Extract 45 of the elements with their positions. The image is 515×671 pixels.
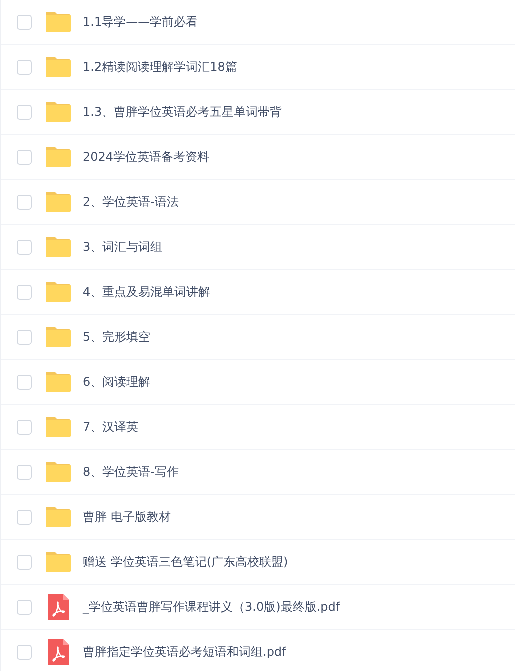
checkbox[interactable] bbox=[17, 284, 32, 300]
folder-icon bbox=[45, 371, 71, 393]
checkbox[interactable] bbox=[17, 420, 32, 434]
checkbox[interactable] bbox=[17, 14, 32, 30]
file-name[interactable]: 6、阅读理解 bbox=[83, 374, 151, 390]
folder-icon bbox=[45, 281, 71, 303]
file-name[interactable]: 曹胖 电子版教材 bbox=[83, 508, 171, 526]
folder-icon bbox=[45, 236, 71, 258]
file-name[interactable]: 7、汉译英 bbox=[83, 418, 139, 436]
file-name[interactable]: 1.1导学——学前必看 bbox=[83, 14, 198, 30]
folder-icon bbox=[45, 461, 71, 483]
checkbox[interactable] bbox=[17, 554, 32, 570]
pdf-icon bbox=[45, 594, 71, 620]
checkbox[interactable] bbox=[17, 510, 32, 524]
file-name[interactable]: 2、学位英语-语法 bbox=[83, 194, 179, 210]
folder-icon bbox=[45, 506, 71, 528]
folder-icon bbox=[45, 191, 71, 213]
file-name[interactable]: 8、学位英语-写作 bbox=[83, 464, 179, 480]
checkbox[interactable] bbox=[17, 194, 32, 210]
folder-icon bbox=[45, 56, 71, 78]
checkbox[interactable] bbox=[17, 150, 32, 164]
file-name[interactable]: 曹胖指定学位英语必考短语和词组.pdf bbox=[83, 644, 286, 660]
file-name[interactable]: 4、重点及易混单词讲解 bbox=[83, 284, 211, 300]
checkbox[interactable] bbox=[17, 464, 32, 480]
checkbox[interactable] bbox=[17, 330, 32, 344]
file-name[interactable]: 5、完形填空 bbox=[83, 328, 151, 346]
file-name[interactable]: 1.3、曹胖学位英语必考五星单词带背 bbox=[83, 104, 282, 120]
checkbox[interactable] bbox=[17, 600, 32, 614]
folder-icon bbox=[45, 101, 71, 123]
checkbox[interactable] bbox=[17, 644, 32, 660]
folder-icon bbox=[45, 11, 71, 33]
file-name[interactable]: 2024学位英语备考资料 bbox=[83, 148, 210, 166]
folder-icon bbox=[45, 416, 71, 438]
checkbox[interactable] bbox=[17, 104, 32, 120]
checkbox[interactable] bbox=[17, 240, 32, 254]
pdf-icon bbox=[45, 639, 71, 665]
file-name[interactable]: 赠送 学位英语三色笔记(广东高校联盟) bbox=[83, 554, 288, 570]
file-name[interactable]: 3、词汇与词组 bbox=[83, 238, 163, 256]
checkbox[interactable] bbox=[17, 374, 32, 390]
folder-icon bbox=[45, 146, 71, 168]
file-name[interactable]: 1.2精读阅读理解学词汇18篇 bbox=[83, 58, 238, 76]
folder-icon bbox=[45, 326, 71, 348]
checkbox[interactable] bbox=[17, 60, 32, 74]
folder-icon bbox=[45, 551, 71, 573]
file-name[interactable]: _学位英语曹胖写作课程讲义（3.0版)最终版.pdf bbox=[83, 598, 340, 616]
